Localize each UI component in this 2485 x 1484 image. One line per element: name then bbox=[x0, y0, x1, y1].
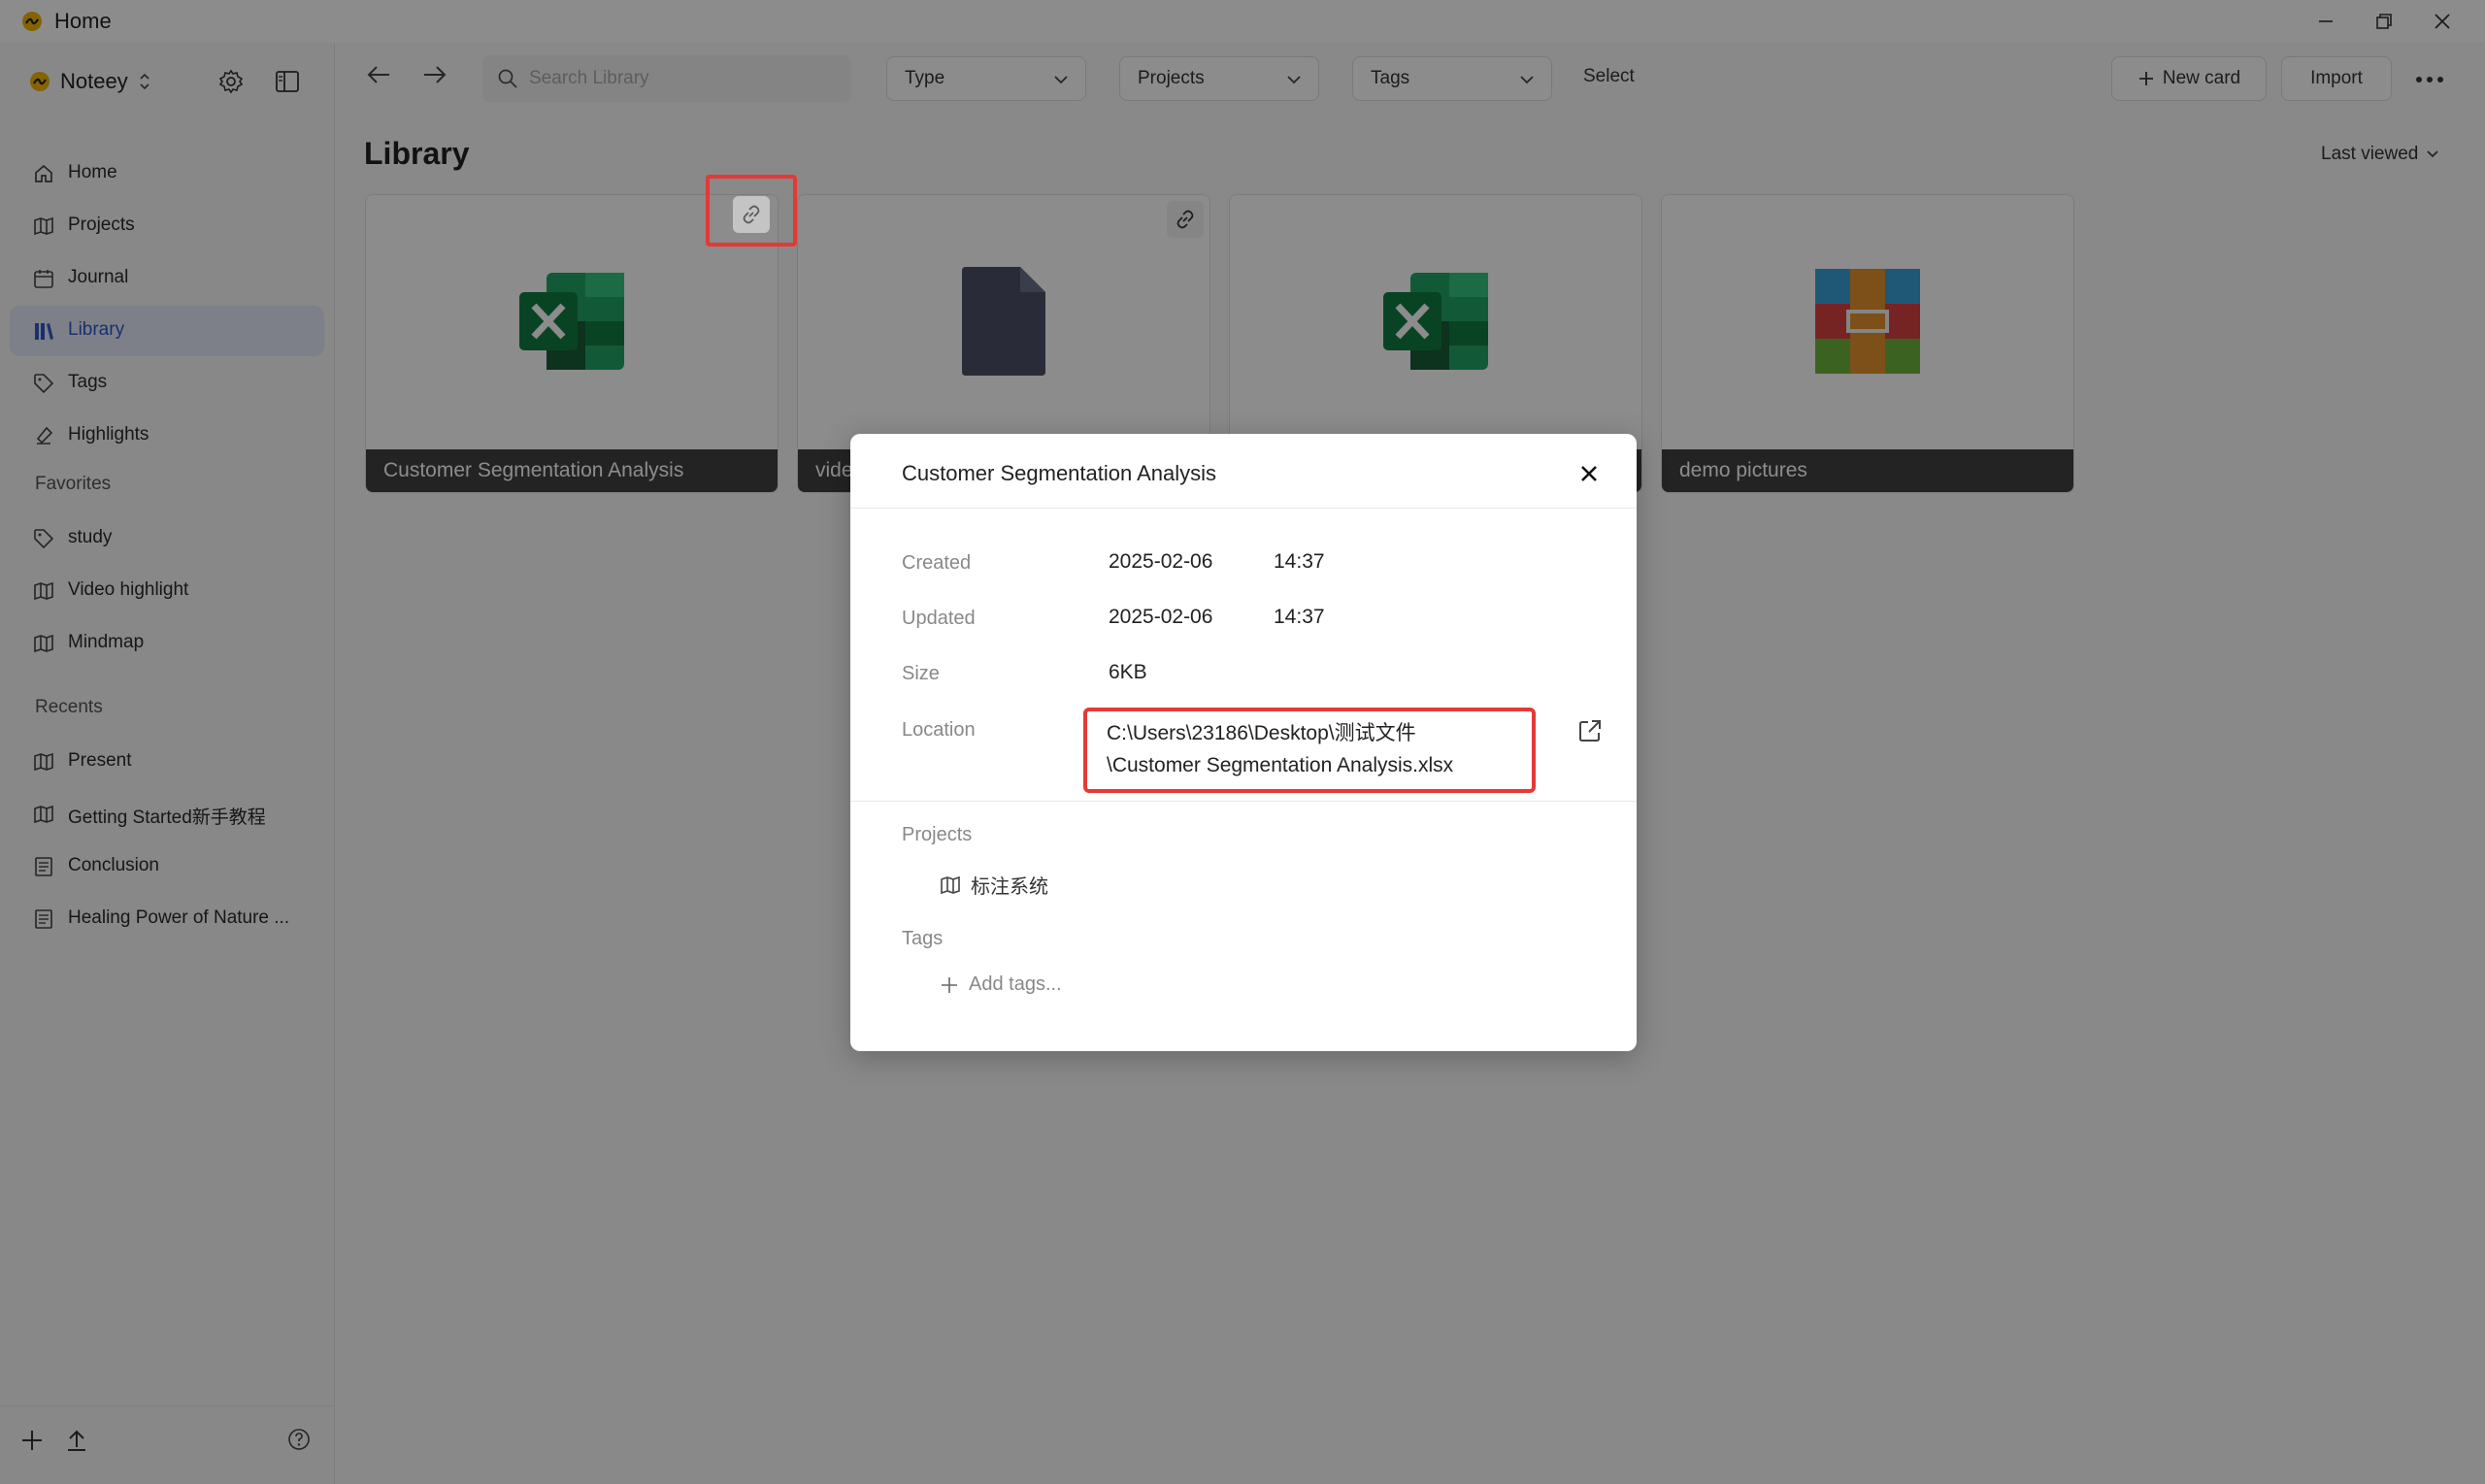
created-date: 2025-02-06 bbox=[1109, 550, 1213, 573]
open-location-button[interactable] bbox=[1576, 717, 1606, 746]
add-tags-label: Add tags... bbox=[969, 973, 1062, 995]
size-value: 6KB bbox=[1109, 661, 1147, 683]
highlight-box-link bbox=[706, 175, 797, 247]
created-time: 14:37 bbox=[1274, 550, 1325, 573]
project-name: 标注系统 bbox=[971, 876, 1048, 898]
plus-icon bbox=[942, 976, 957, 993]
add-tags-button[interactable]: Add tags... bbox=[940, 973, 1062, 996]
updated-time: 14:37 bbox=[1274, 606, 1325, 628]
location-path[interactable]: C:\Users\23186\Desktop\测试文件 \Customer Se… bbox=[1107, 717, 1534, 781]
created-label: Created bbox=[902, 552, 972, 574]
divider bbox=[850, 508, 1637, 509]
file-info-dialog: Customer Segmentation Analysis Created 2… bbox=[850, 434, 1637, 1051]
location-label: Location bbox=[902, 719, 976, 741]
updated-label: Updated bbox=[902, 608, 976, 629]
dialog-close-button[interactable] bbox=[1573, 457, 1606, 490]
updated-date: 2025-02-06 bbox=[1109, 606, 1213, 628]
size-label: Size bbox=[902, 663, 940, 684]
dialog-title: Customer Segmentation Analysis bbox=[902, 461, 1217, 485]
location-line: C:\Users\23186\Desktop\测试文件 bbox=[1107, 722, 1416, 744]
projects-label: Projects bbox=[902, 824, 973, 845]
project-chip[interactable]: 标注系统 bbox=[940, 871, 1048, 899]
tags-label: Tags bbox=[902, 928, 944, 949]
close-icon bbox=[1581, 466, 1597, 481]
divider bbox=[850, 801, 1637, 802]
external-link-icon bbox=[1579, 720, 1601, 742]
location-line: \Customer Segmentation Analysis.xlsx bbox=[1107, 754, 1454, 776]
map-icon bbox=[941, 875, 960, 894]
